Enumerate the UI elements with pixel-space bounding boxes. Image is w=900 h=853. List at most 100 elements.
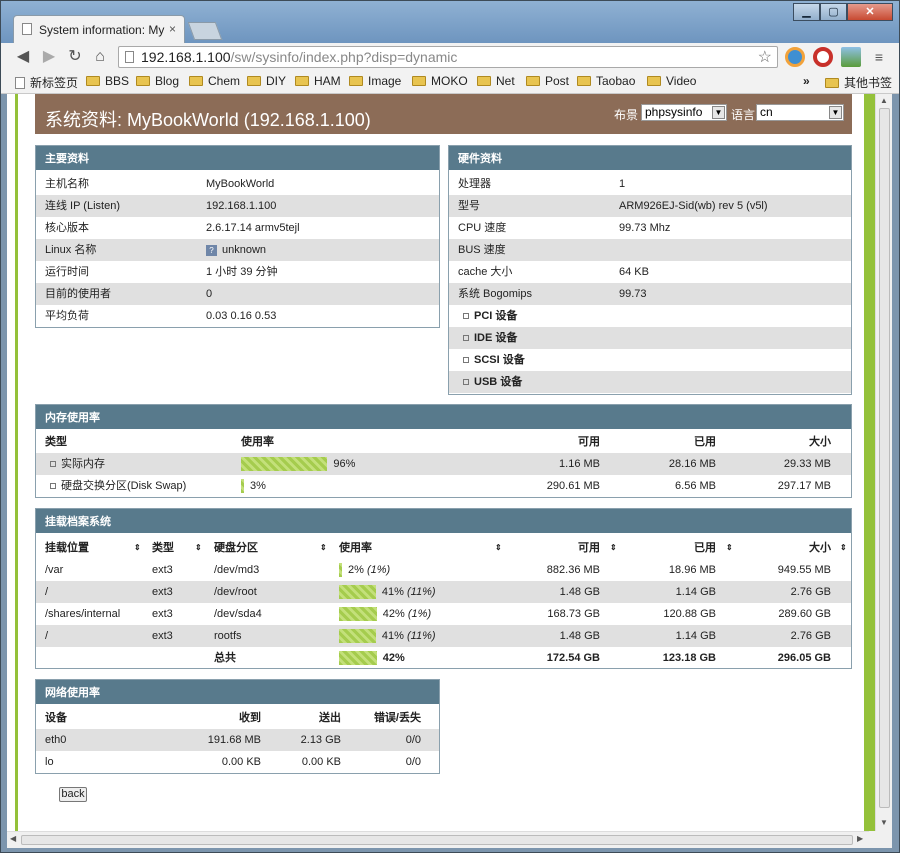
table-row: lo 0.00 KB 0.00 KB 0/0 — [45, 756, 421, 768]
table-row: /var ext3 /dev/md3 2% (1%) 882.36 MB 18.… — [36, 559, 851, 581]
sort-mount[interactable]: 挂载位置 — [45, 537, 89, 559]
minimize-button[interactable]: ▁ — [793, 3, 820, 21]
back-button[interactable]: back — [59, 787, 87, 802]
bookmarks-overflow-button[interactable]: » — [803, 74, 810, 88]
browser-toolbar: ◀ ▶ ↻ ⌂ 192.168.1.100/sw/sysinfo/index.p… — [1, 43, 899, 71]
menu-icon[interactable]: ≡ — [869, 47, 889, 67]
sort-free[interactable]: 可用 — [500, 537, 600, 559]
sort-partition[interactable]: 硬盘分区 — [214, 537, 258, 559]
usage-bar — [339, 629, 376, 643]
home-icon[interactable]: ⌂ — [90, 47, 110, 67]
folder-icon — [86, 76, 100, 86]
table-row: 型号 ARM926EJ-Sid(wb) rev 5 (v5l) — [449, 195, 851, 217]
sort-type[interactable]: 类型 — [152, 537, 174, 559]
usage-bar — [339, 607, 377, 621]
extension-image-icon[interactable] — [841, 47, 861, 67]
filesystems-panel: 挂载档案系统 挂载位置 ⇕ 类型 ⇕ 硬盘分区 ⇕ 使用率 ⇕ 可用 ⇕ 已用 … — [35, 508, 852, 669]
scroll-down-icon[interactable]: ▼ — [880, 818, 888, 827]
bookmark-folder[interactable]: BBS — [86, 74, 129, 88]
bookmark-folder[interactable]: Post — [526, 74, 569, 88]
device-group-ide[interactable]: IDE 设备 — [449, 327, 851, 349]
folder-icon — [577, 76, 591, 86]
memory-panel: 内存使用率 类型 使用率 可用 已用 大小 实际内存 96% 1.16 MB 2… — [35, 404, 852, 498]
extension-opera-icon[interactable] — [813, 47, 833, 67]
table-row: 系统 Bogomips 99.73 — [449, 283, 851, 305]
sort-icon[interactable]: ⇕ — [840, 537, 847, 559]
other-bookmarks-folder[interactable]: 其他书签 — [825, 74, 892, 91]
page-header: 系统资料: MyBookWorld (192.168.1.100) 布景 php… — [35, 94, 852, 134]
sort-icon[interactable]: ⇕ — [195, 537, 202, 559]
folder-icon — [189, 76, 203, 86]
tab-title: System information: My — [39, 23, 165, 37]
forward-arrow-icon[interactable]: ▶ — [39, 47, 59, 67]
bookmark-folder[interactable]: Image — [349, 74, 401, 88]
expand-icon — [50, 483, 56, 490]
sort-icon[interactable]: ⇕ — [134, 537, 141, 559]
sort-usage[interactable]: 使用率 — [339, 537, 372, 559]
maximize-button[interactable]: ▢ — [820, 3, 847, 21]
vertical-scrollbar[interactable]: ▲ ▼ — [875, 94, 892, 831]
reload-icon[interactable]: ↻ — [65, 47, 85, 67]
folder-icon — [349, 76, 363, 86]
scroll-up-icon[interactable]: ▲ — [880, 96, 888, 105]
usage-percent: 96% — [333, 458, 356, 470]
device-group-scsi[interactable]: SCSI 设备 — [449, 349, 851, 371]
sort-icon[interactable]: ⇕ — [320, 537, 327, 559]
sort-size[interactable]: 大小 — [731, 537, 831, 559]
table-row: 实际内存 96% 1.16 MB 28.16 MB 29.33 MB — [36, 453, 851, 475]
bookmark-folder[interactable]: Chem — [189, 74, 240, 88]
memory-swap-toggle[interactable]: 硬盘交换分区(Disk Swap) — [50, 475, 186, 497]
close-window-button[interactable]: ✕ — [847, 3, 893, 21]
bookmark-folder[interactable]: MOKO — [412, 74, 468, 88]
bookmark-folder[interactable]: DIY — [247, 74, 286, 88]
panel-title: 内存使用率 — [36, 405, 851, 429]
bookmark-item[interactable]: 新标签页 — [15, 74, 78, 91]
left-accent-bar — [15, 94, 18, 831]
table-row: 处理器 1 — [458, 178, 626, 190]
browser-tab[interactable]: System information: My × — [13, 15, 185, 43]
folder-icon — [247, 76, 261, 86]
horizontal-scrollbar[interactable]: ◀ ▶ — [7, 831, 869, 848]
table-row: CPU 速度 99.73 Mhz — [458, 222, 671, 234]
title-bar: System information: My × ▁ ▢ ✕ — [1, 1, 899, 43]
address-bar[interactable]: 192.168.1.100/sw/sysinfo/index.php?disp=… — [118, 46, 778, 68]
extension-gear-icon[interactable] — [785, 47, 805, 67]
scroll-thumb[interactable] — [21, 835, 853, 845]
scroll-thumb[interactable] — [879, 108, 890, 808]
table-header: 挂载位置 ⇕ 类型 ⇕ 硬盘分区 ⇕ 使用率 ⇕ 可用 ⇕ 已用 ⇕ 大小 ⇕ — [36, 537, 851, 559]
close-tab-icon[interactable]: × — [169, 22, 176, 36]
memory-physical-toggle[interactable]: 实际内存 — [50, 453, 105, 475]
panel-title: 硬件资料 — [449, 146, 851, 170]
bookmark-folder[interactable]: HAM — [295, 74, 341, 88]
bookmark-folder[interactable]: Video — [647, 74, 696, 88]
usage-percent: 42% — [382, 652, 405, 664]
sort-used[interactable]: 已用 — [616, 537, 716, 559]
bookmark-star-icon[interactable]: ☆ — [758, 47, 772, 67]
panel-title: 主要资料 — [36, 146, 439, 170]
network-panel: 网络使用率 设备 收到 送出 错误/丢失 eth0 191.68 MB 2.13… — [35, 679, 440, 774]
language-label: 语言 — [731, 108, 756, 122]
usage-bar — [339, 651, 377, 665]
language-select[interactable]: cn ▼ — [756, 104, 844, 121]
unknown-distro-icon: ? — [206, 244, 217, 256]
scroll-right-icon[interactable]: ▶ — [857, 834, 863, 843]
table-total-row: 总共 42% 172.54 GB 123.18 GB 296.05 GB — [36, 647, 851, 669]
bookmark-folder[interactable]: Net — [477, 74, 515, 88]
table-row: eth0 191.68 MB 2.13 GB 0/0 — [36, 729, 439, 751]
new-tab-button[interactable] — [187, 22, 223, 40]
device-group-pci[interactable]: PCI 设备 — [449, 305, 851, 327]
url-text: 192.168.1.100/sw/sysinfo/index.php?disp=… — [141, 49, 458, 65]
bookmark-folder[interactable]: Taobao — [577, 74, 635, 88]
device-group-usb[interactable]: USB 设备 — [449, 371, 851, 393]
table-row: 目前的使用者 0 — [36, 283, 439, 305]
right-accent-bar — [864, 94, 875, 831]
layout-select[interactable]: phpsysinfo ▼ — [641, 104, 727, 121]
usage-bar — [241, 457, 328, 471]
chevron-down-icon: ▼ — [712, 106, 725, 119]
table-row: 连线 IP (Listen) 192.168.1.100 — [36, 195, 439, 217]
bookmark-folder[interactable]: Blog — [136, 74, 179, 88]
folder-icon — [526, 76, 540, 86]
back-arrow-icon[interactable]: ◀ — [13, 47, 33, 67]
scroll-left-icon[interactable]: ◀ — [10, 834, 16, 843]
table-row: 平均负荷 0.03 0.16 0.53 — [45, 310, 277, 322]
